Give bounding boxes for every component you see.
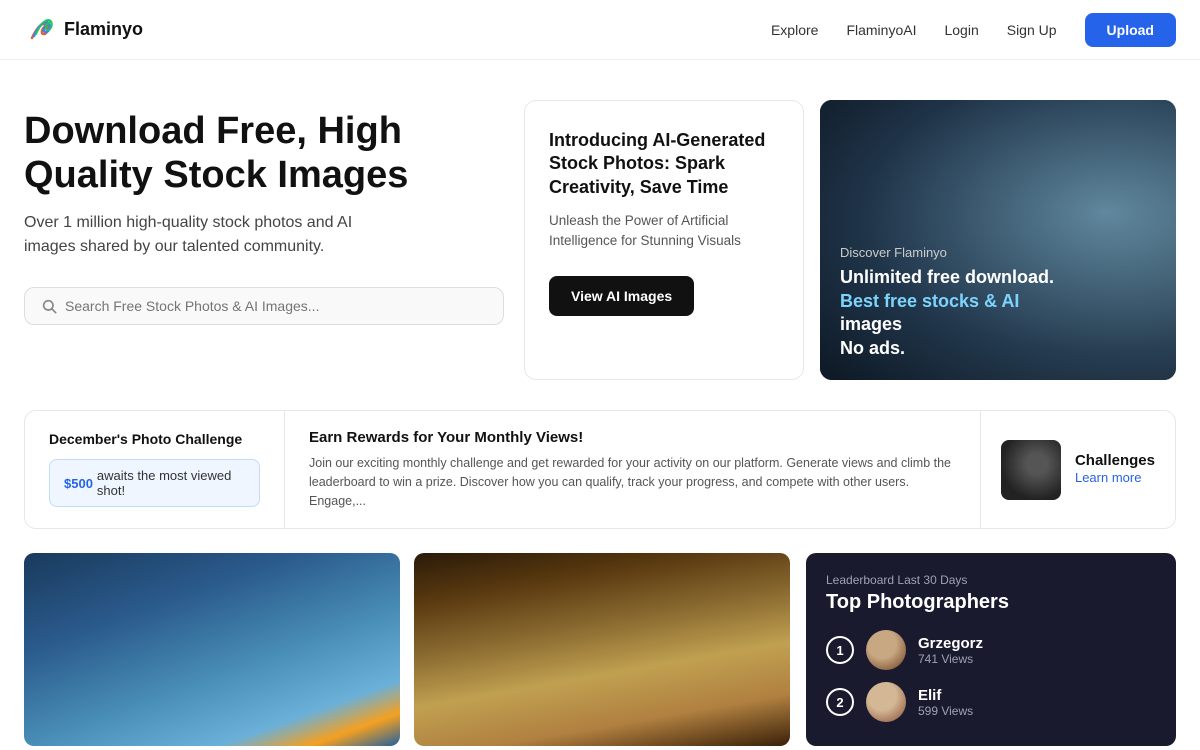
ai-card-title: Introducing AI-Generated Stock Photos: S… <box>549 129 779 199</box>
avatar <box>866 682 906 722</box>
avatar <box>866 630 906 670</box>
photographer-name: Grzegorz <box>918 635 983 652</box>
nav-flaminyoai[interactable]: FlaminyoAI <box>846 22 916 38</box>
challenge-badge: $500 awaits the most viewed shot! <box>49 459 260 507</box>
logo-text: Flaminyo <box>64 19 143 40</box>
hero-cards: Introducing AI-Generated Stock Photos: S… <box>524 100 1176 380</box>
ai-card: Introducing AI-Generated Stock Photos: S… <box>524 100 804 380</box>
challenge-section: December's Photo Challenge $500 awaits t… <box>24 410 1176 529</box>
challenge-middle: Earn Rewards for Your Monthly Views! Joi… <box>285 411 981 528</box>
gallery-image-1[interactable] <box>24 553 400 746</box>
discover-headline: Unlimited free download. Best free stock… <box>840 266 1156 360</box>
challenge-right-text: Challenges Learn more <box>1075 452 1155 487</box>
nav-explore[interactable]: Explore <box>771 22 818 38</box>
rank-2: 2 <box>826 688 854 716</box>
rank-1: 1 <box>826 636 854 664</box>
table-row: 1 Grzegorz 741 Views <box>826 630 1156 670</box>
discover-label: Discover Flaminyo <box>840 245 1156 260</box>
discover-content: Discover Flaminyo Unlimited free downloa… <box>820 225 1176 380</box>
leaderboard: Leaderboard Last 30 Days Top Photographe… <box>806 553 1176 746</box>
challenge-badge-text: awaits the most viewed shot! <box>97 468 245 498</box>
view-ai-button[interactable]: View AI Images <box>549 276 694 316</box>
challenge-thumbnail <box>1001 440 1061 500</box>
discover-line-1: Unlimited free download. <box>840 266 1156 289</box>
search-icon <box>41 298 57 314</box>
discover-line-2: Best free stocks & AI <box>840 290 1156 313</box>
bottom-section: Leaderboard Last 30 Days Top Photographe… <box>0 553 1200 746</box>
challenge-title: December's Photo Challenge <box>49 431 260 447</box>
challenges-label: Challenges <box>1075 452 1155 469</box>
discover-line-4: No ads. <box>840 337 1156 360</box>
header: Flaminyo Explore FlaminyoAI Login Sign U… <box>0 0 1200 60</box>
photographer-views: 741 Views <box>918 652 983 666</box>
logo[interactable]: Flaminyo <box>24 14 143 46</box>
hero-subtitle: Over 1 million high-quality stock photos… <box>24 211 404 259</box>
nav-signup[interactable]: Sign Up <box>1007 22 1057 38</box>
challenge-thumb-inner <box>1001 440 1061 500</box>
table-row: 2 Elif 599 Views <box>826 682 1156 722</box>
logo-icon <box>24 14 56 46</box>
photo-gallery <box>24 553 790 746</box>
photographer-info: Grzegorz 741 Views <box>918 635 983 666</box>
photographer-name: Elif <box>918 687 973 704</box>
challenge-right: Challenges Learn more <box>981 411 1175 528</box>
search-input[interactable] <box>65 298 487 314</box>
ai-card-desc: Unleash the Power of Artificial Intellig… <box>549 211 779 252</box>
search-bar[interactable] <box>24 287 504 325</box>
discover-card: Discover Flaminyo Unlimited free downloa… <box>820 100 1176 380</box>
photographer-info: Elif 599 Views <box>918 687 973 718</box>
leaderboard-period: Leaderboard Last 30 Days <box>826 573 1156 587</box>
challenge-middle-desc: Join our exciting monthly challenge and … <box>309 454 956 510</box>
photographer-views: 599 Views <box>918 704 973 718</box>
upload-button[interactable]: Upload <box>1085 13 1176 47</box>
challenge-amount: $500 <box>64 476 93 491</box>
challenge-middle-title: Earn Rewards for Your Monthly Views! <box>309 429 956 446</box>
hero-left: Download Free, High Quality Stock Images… <box>24 100 504 325</box>
discover-line-3: images <box>840 313 1156 336</box>
hero-title: Download Free, High Quality Stock Images <box>24 110 504 197</box>
challenge-left: December's Photo Challenge $500 awaits t… <box>25 411 285 528</box>
leaderboard-title: Top Photographers <box>826 591 1156 614</box>
nav-login[interactable]: Login <box>944 22 978 38</box>
gallery-image-2[interactable] <box>414 553 790 746</box>
main-nav: Explore FlaminyoAI Login Sign Up Upload <box>771 13 1176 47</box>
hero-section: Download Free, High Quality Stock Images… <box>0 60 1200 410</box>
learn-more-link[interactable]: Learn more <box>1075 470 1141 485</box>
